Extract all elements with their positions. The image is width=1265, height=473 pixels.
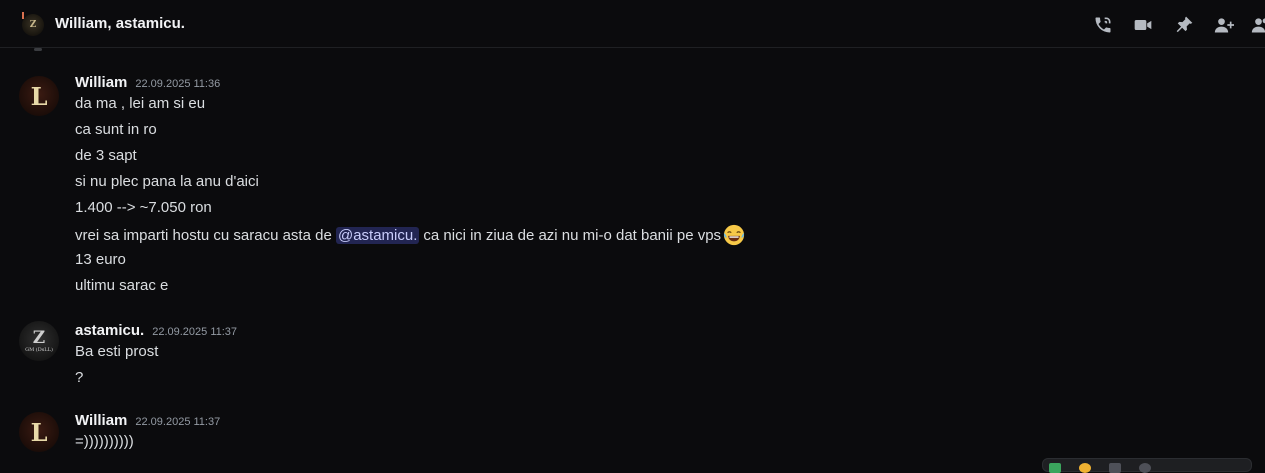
message-header: William 22.09.2025 11:36 (75, 74, 220, 94)
author-name[interactable]: William (75, 412, 127, 429)
message-text-part: vrei sa imparti hostu cu saracu asta de (75, 226, 336, 244)
message-text: da ma , lei am si eu (75, 95, 206, 112)
avatar[interactable]: L (19, 76, 59, 116)
timestamp: 22.09.2025 11:36 (135, 78, 221, 90)
channel-header: Z William, astamicu. (0, 0, 1265, 48)
author-name[interactable]: William (75, 74, 127, 91)
app-icon (1109, 463, 1121, 473)
message-text: vrei sa imparti hostu cu saracu asta de … (75, 223, 745, 247)
message-text-part: ca nici in ziua de azi nu mi-o dat banii… (423, 226, 722, 244)
app-icon (1079, 463, 1091, 473)
message-text: Ba esti prost (75, 343, 159, 360)
app-icon (1049, 463, 1061, 473)
avatar-letter: L (30, 81, 48, 111)
avatar-subtext: GM (DsLL) (25, 346, 53, 353)
app-icon (1139, 463, 1151, 473)
message-header: astamicu. 22.09.2025 11:37 (75, 322, 237, 342)
joy-emoji-icon (723, 224, 745, 246)
message-text: ? (75, 369, 84, 386)
status-mark (22, 12, 24, 19)
avatar-letter: L (30, 417, 48, 447)
previous-message-hint (34, 48, 42, 51)
members-icon[interactable] (1250, 14, 1265, 36)
message-text: ultimu sarac e (75, 277, 169, 294)
timestamp: 22.09.2025 11:37 (135, 416, 221, 428)
pin-icon[interactable] (1173, 14, 1195, 36)
avatar[interactable]: Z GM (DsLL) (19, 321, 59, 361)
message-text: 13 euro (75, 251, 126, 268)
message-text: de 3 sapt (75, 147, 137, 164)
message-list[interactable]: L William 22.09.2025 11:36 da ma , lei a… (0, 48, 1265, 468)
channel-title: William, astamicu. (55, 15, 185, 32)
group-avatar-letter: Z (29, 20, 37, 30)
add-friends-icon[interactable] (1213, 14, 1235, 36)
notification-popup[interactable] (1042, 458, 1252, 473)
avatar-letter: Z (32, 327, 46, 348)
message-text: 1.400 --> ~7.050 ron (75, 199, 212, 216)
message-text: ca sunt in ro (75, 121, 157, 138)
message-text: si nu plec pana la anu d'aici (75, 173, 259, 190)
message-text: =)))))))))) (75, 433, 134, 450)
author-name[interactable]: astamicu. (75, 322, 144, 339)
phone-call-icon[interactable] (1092, 14, 1114, 36)
video-camera-icon[interactable] (1132, 14, 1154, 36)
timestamp: 22.09.2025 11:37 (152, 326, 238, 338)
avatar[interactable]: L (19, 412, 59, 452)
group-avatar[interactable]: Z (22, 12, 44, 36)
user-mention[interactable]: @astamicu. (335, 226, 420, 244)
message-header: William 22.09.2025 11:37 (75, 412, 220, 432)
